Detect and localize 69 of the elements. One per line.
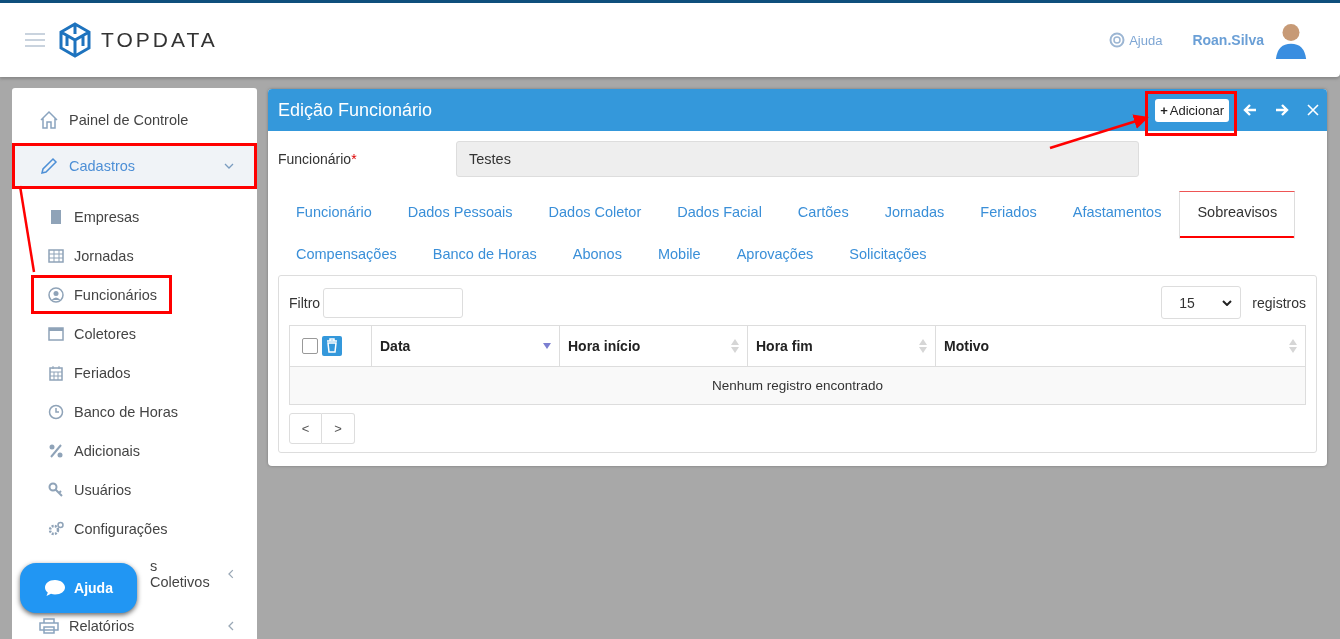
arrow-left-icon[interactable] xyxy=(1243,103,1257,117)
tab[interactable]: Sobreavisos xyxy=(1179,191,1296,239)
close-icon[interactable] xyxy=(1307,104,1319,116)
clock-icon xyxy=(48,403,64,420)
tab[interactable]: Abonos xyxy=(554,233,640,275)
sidebar-item[interactable]: s Coletivos xyxy=(139,552,257,596)
employee-field[interactable]: Testes xyxy=(456,141,1139,177)
panel-title: Edição Funcionário xyxy=(278,99,434,121)
sidebar-item[interactable]: Painel de Controle xyxy=(17,97,257,143)
key-icon xyxy=(48,481,64,498)
filter-field[interactable] xyxy=(323,287,464,318)
tab[interactable]: Compensações xyxy=(278,233,415,275)
column-header[interactable]: Motivo xyxy=(935,325,1306,367)
sort-icon xyxy=(731,339,739,353)
sidebar-subitem[interactable]: Coletores xyxy=(31,314,152,353)
sidebar-subitem[interactable]: Feriados xyxy=(31,353,146,392)
sort-icon xyxy=(919,339,927,353)
trash-button[interactable] xyxy=(322,336,342,356)
tab[interactable]: Afastamentos xyxy=(1054,191,1180,233)
pencil-icon xyxy=(39,156,59,176)
tab[interactable]: Aprovações xyxy=(718,233,832,275)
sidebar-item[interactable]: Relatórios xyxy=(17,614,257,638)
required-mark: * xyxy=(351,151,357,167)
filter-label: Filtro xyxy=(289,294,321,311)
tab[interactable]: Mobile xyxy=(639,233,719,275)
building-icon xyxy=(48,208,64,225)
sidebar-subitem[interactable]: Jornadas xyxy=(31,236,149,275)
calendar-icon xyxy=(48,364,64,381)
sidebar-subitem[interactable]: Usuários xyxy=(31,470,147,509)
pager-button[interactable]: < xyxy=(289,413,322,444)
chat-icon xyxy=(44,579,67,597)
page-size-select[interactable]: 15 xyxy=(1161,286,1242,319)
avatar-icon[interactable] xyxy=(1274,21,1308,59)
sort-icon xyxy=(1289,339,1297,353)
user-icon xyxy=(48,286,64,303)
brand-name: TOPDATA xyxy=(101,28,218,52)
chevron-down-icon xyxy=(1222,299,1233,306)
checkbox[interactable] xyxy=(302,338,318,354)
printer-icon xyxy=(39,618,59,634)
tab[interactable]: Dados Pessoais xyxy=(389,191,531,233)
sidebar-subitem[interactable]: Banco de Horas xyxy=(31,392,193,431)
column-header[interactable]: Data xyxy=(371,325,560,367)
page-size-label: registros xyxy=(1252,294,1306,311)
tab[interactable]: Cartões xyxy=(779,191,867,233)
logo-icon xyxy=(59,22,91,58)
tab[interactable]: Feriados xyxy=(962,191,1055,233)
tab[interactable]: Dados Facial xyxy=(659,191,780,233)
pager-button[interactable]: > xyxy=(322,413,355,444)
lifebuoy-icon xyxy=(1109,32,1126,48)
tab[interactable]: Funcionário xyxy=(278,191,390,233)
table-icon xyxy=(48,247,64,264)
tab[interactable]: Jornadas xyxy=(866,191,963,233)
add-button[interactable]: +Adicionar xyxy=(1155,98,1229,122)
tab[interactable]: Dados Coletor xyxy=(530,191,660,233)
home-icon xyxy=(39,110,59,130)
empty-message: Nenhum registro encontrado xyxy=(289,366,1306,405)
sidebar-subitem[interactable]: Funcionários xyxy=(31,275,172,314)
sidebar-subitem[interactable]: Empresas xyxy=(31,197,155,236)
tab[interactable]: Solicitações xyxy=(831,233,945,275)
arrow-right-icon[interactable] xyxy=(1275,103,1289,117)
column-header[interactable]: Hora fim xyxy=(747,325,936,367)
sidebar-subitem[interactable]: Adicionais xyxy=(31,431,156,470)
field-label: Funcionário xyxy=(278,151,352,167)
column-header[interactable]: Hora início xyxy=(559,325,748,367)
window-icon xyxy=(48,325,64,342)
sidebar-subitem[interactable]: Configurações xyxy=(31,509,183,548)
sort-desc-icon xyxy=(543,343,551,349)
tab[interactable]: Banco de Horas xyxy=(414,233,555,275)
percent-icon xyxy=(48,442,64,459)
